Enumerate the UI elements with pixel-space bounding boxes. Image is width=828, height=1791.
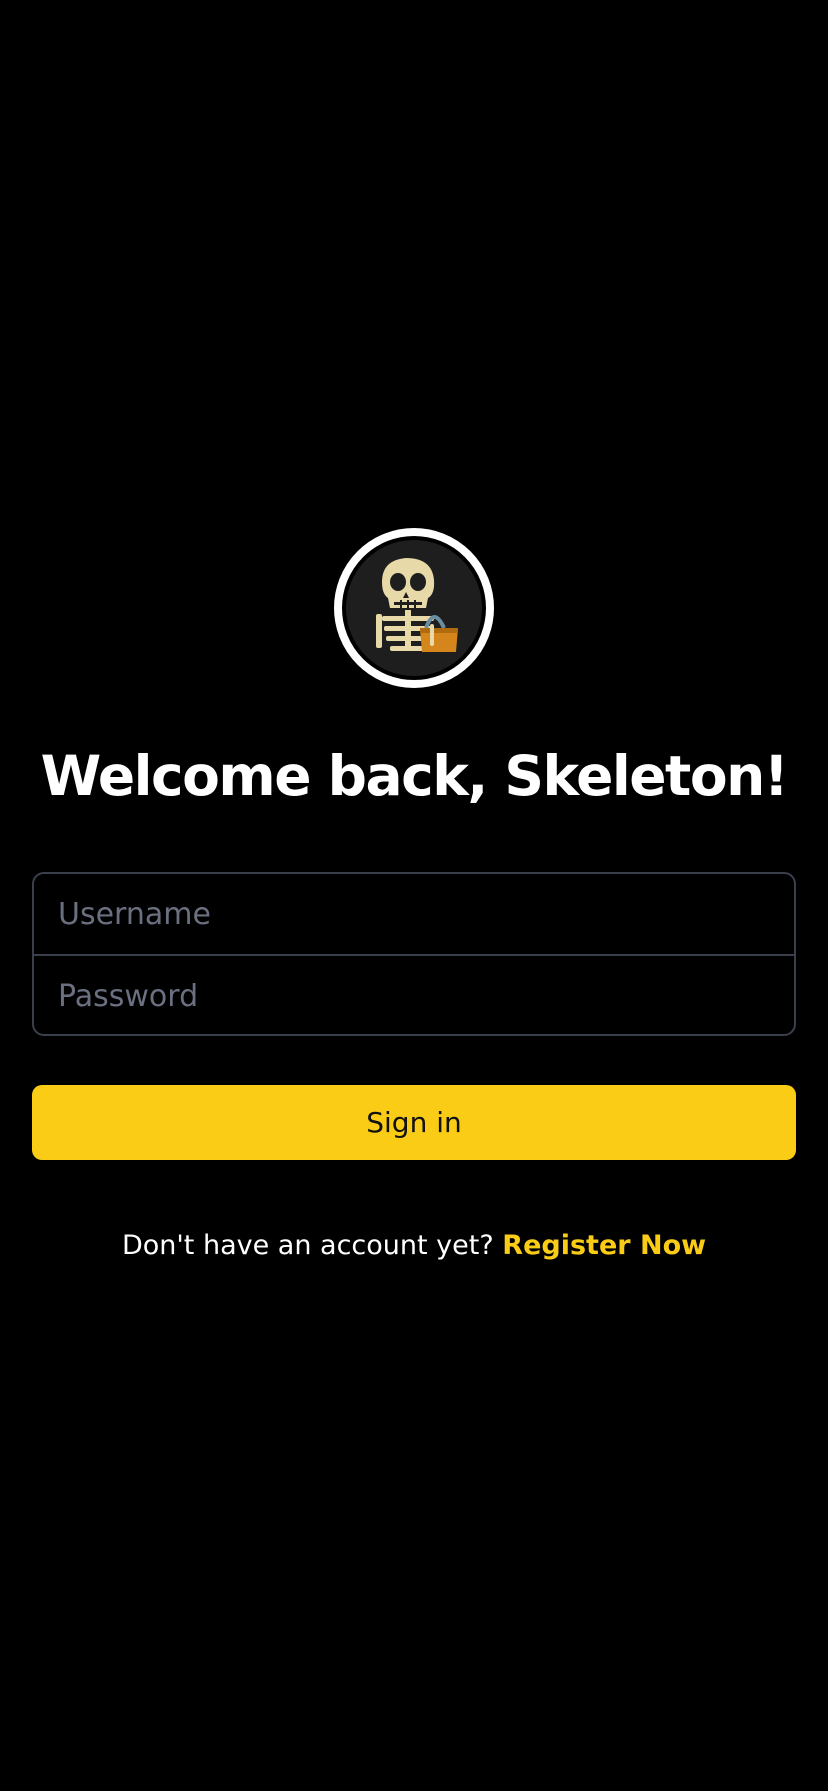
- avatar: [334, 528, 494, 688]
- username-input[interactable]: [34, 874, 794, 954]
- register-now-link[interactable]: Register Now: [502, 1230, 706, 1261]
- skeleton-with-basket-icon: [346, 540, 482, 676]
- register-prompt-text: Don't have an account yet?: [121, 1230, 494, 1261]
- password-input[interactable]: [34, 956, 794, 1034]
- sign-in-button[interactable]: Sign in: [32, 1085, 796, 1160]
- page-title: Welcome back, Skeleton!: [40, 744, 789, 808]
- register-prompt-line: Don't have an account yet? Register Now: [0, 1226, 828, 1266]
- login-fields: [32, 872, 796, 1036]
